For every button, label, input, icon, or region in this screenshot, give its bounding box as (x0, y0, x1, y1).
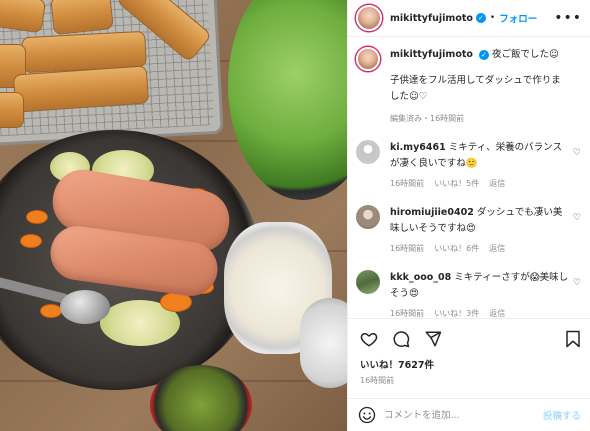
more-options-icon[interactable]: ••• (554, 10, 582, 26)
comment-username[interactable]: kkk_ooo_08 (390, 272, 451, 283)
comment-likes[interactable]: いいね！6件 (434, 243, 479, 254)
comment-likes[interactable]: いいね！3件 (434, 308, 479, 318)
comment-time: 16時間前 (390, 244, 425, 253)
ladle (60, 290, 110, 324)
avatar[interactable] (356, 47, 380, 71)
verified-icon: ✓ (478, 49, 489, 60)
heart-icon[interactable]: ♡ (573, 148, 581, 158)
post-button[interactable]: 投稿する (543, 408, 581, 422)
heart-icon[interactable]: ♡ (573, 213, 581, 223)
comment-likes[interactable]: いいね！5件 (434, 178, 479, 189)
carrot (26, 210, 48, 224)
reply-button[interactable]: 返信 (489, 308, 505, 318)
username[interactable]: mikittyfujimoto (390, 13, 473, 24)
emoji-icon[interactable] (358, 406, 376, 424)
comment-username[interactable]: ki.my6461 (390, 142, 446, 153)
caption-text-2: 子供達をフル活用してダッシュで作りました☺︎♡ (390, 75, 561, 102)
container (300, 298, 347, 388)
follow-button[interactable]: フォロー (499, 11, 537, 25)
comment-username[interactable]: hiromiujiie0402 (390, 207, 474, 218)
carrot (20, 234, 42, 248)
comment-input[interactable] (384, 409, 534, 421)
spring-roll (0, 92, 24, 128)
avatar[interactable] (356, 5, 382, 31)
comment-time: 16時間前 (390, 179, 425, 188)
add-comment-bar: 投稿する (348, 398, 590, 431)
like-heart-icon[interactable] (360, 330, 378, 348)
reply-button[interactable]: 返信 (489, 243, 505, 254)
caption-meta: 編集済み・16時間前 (390, 114, 465, 123)
comments-section[interactable]: mikittyfujimoto ✓ 夜ご飯でした☺︎ 子供達をフル活用してダッシ… (348, 37, 590, 318)
post-panel: mikittyfujimoto ✓ • フォロー ••• mikittyfuji… (347, 0, 590, 431)
miso-soup-bowl (150, 365, 252, 431)
comment: hiromiujiie0402 ダッシュでも凄い美味しいそうですね😍 16時間前… (356, 205, 583, 254)
action-bar: いいね！7627件 16時間前 (348, 318, 590, 386)
post-photo[interactable] (0, 0, 347, 431)
comment: kkk_ooo_08 ミキティーさすが😱美味しそう😍 16時間前 いいね！3件 … (356, 270, 583, 318)
avatar[interactable] (356, 270, 380, 294)
salad-bowl (228, 0, 347, 200)
separator-dot: • (489, 13, 496, 23)
caption-text: 夜ご飯でした☺︎ (491, 49, 559, 60)
reply-button[interactable]: 返信 (489, 178, 505, 189)
share-icon[interactable] (424, 330, 442, 348)
post-time: 16時間前 (360, 376, 395, 385)
avatar[interactable] (356, 205, 380, 229)
bookmark-icon[interactable] (565, 330, 581, 348)
caption: mikittyfujimoto ✓ 夜ご飯でした☺︎ 子供達をフル活用してダッシ… (356, 47, 583, 124)
comment-icon[interactable] (392, 330, 410, 348)
post-header: mikittyfujimoto ✓ • フォロー ••• (348, 0, 590, 37)
heart-icon[interactable]: ♡ (573, 278, 581, 288)
caption-username[interactable]: mikittyfujimoto (390, 49, 473, 60)
comment-time: 16時間前 (390, 309, 425, 318)
comment: ki.my6461 ミキティ、栄養のバランスが凄く良いですね🙂 16時間前 いい… (356, 140, 583, 189)
likes-count[interactable]: いいね！7627件 (360, 357, 581, 371)
verified-icon: ✓ (475, 13, 486, 23)
avatar[interactable] (356, 140, 380, 164)
spring-roll (0, 0, 47, 34)
carrot (40, 304, 62, 318)
